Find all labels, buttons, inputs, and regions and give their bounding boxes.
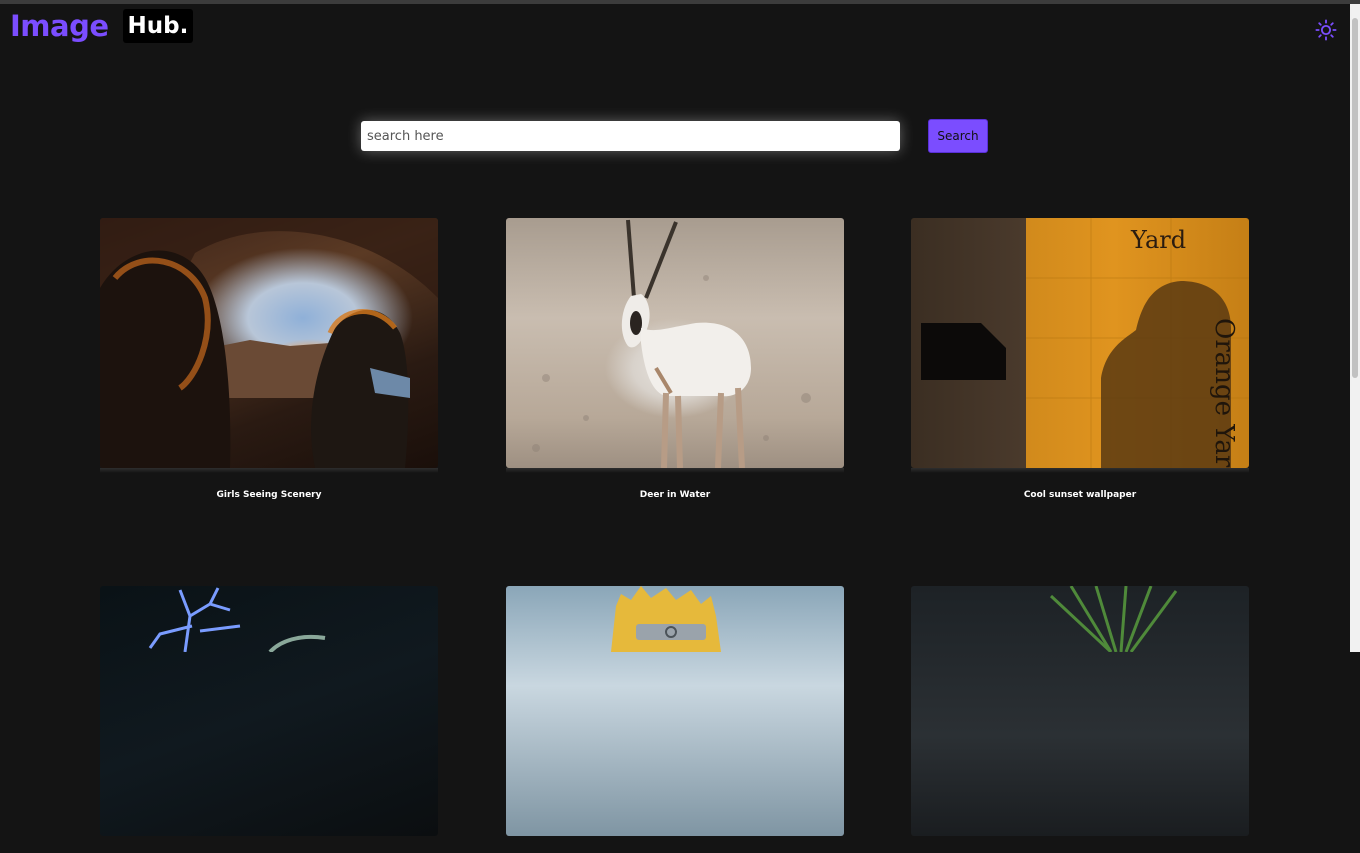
image-shadow xyxy=(506,468,844,473)
gallery-card[interactable]: Yard Orange Yard Cool sunset wallpaper xyxy=(911,218,1249,500)
sun-icon xyxy=(1315,19,1337,41)
search-button[interactable]: Search xyxy=(928,119,988,153)
scenery-illustration xyxy=(100,218,438,468)
image-shadow xyxy=(911,468,1249,473)
window-top-border xyxy=(0,0,1360,4)
image-caption: Girls Seeing Scenery xyxy=(216,490,322,500)
gallery-card[interactable]: Girls Seeing Scenery xyxy=(100,218,438,500)
image-shadow xyxy=(100,468,438,473)
plant-illustration xyxy=(148,587,326,654)
gallery-card[interactable] xyxy=(506,586,844,853)
search-input[interactable] xyxy=(361,121,900,151)
gallery-image[interactable]: Yard Orange Yard xyxy=(911,218,1249,468)
antelope-illustration xyxy=(532,219,811,468)
gallery-image[interactable] xyxy=(100,218,438,468)
logo-primary-text: Image xyxy=(10,9,109,43)
figurine-illustration xyxy=(611,586,721,652)
logo-secondary-text: Hub. xyxy=(122,9,194,43)
theme-toggle-button[interactable] xyxy=(1313,17,1339,43)
scrollbar-thumb[interactable] xyxy=(1352,18,1358,378)
gallery-image[interactable] xyxy=(506,218,844,468)
leaves-illustration xyxy=(1049,586,1178,654)
gallery-card[interactable] xyxy=(100,586,438,853)
gallery-image[interactable] xyxy=(911,586,1249,836)
gallery-image[interactable] xyxy=(506,586,844,836)
orange-wall-illustration: Yard Orange Yard xyxy=(921,218,1249,468)
gallery-card[interactable]: Deer in Water xyxy=(506,218,844,500)
gallery-card[interactable] xyxy=(911,586,1249,853)
page-scrollbar[interactable] xyxy=(1350,4,1360,652)
image-caption: Deer in Water xyxy=(639,490,711,500)
sign-text-side: Orange Yard xyxy=(1209,318,1239,468)
image-caption: Cool sunset wallpaper xyxy=(1023,490,1137,500)
sign-text-top: Yard xyxy=(1130,226,1186,254)
logo[interactable]: Image Hub. xyxy=(10,9,194,43)
gallery-image[interactable] xyxy=(100,586,438,836)
